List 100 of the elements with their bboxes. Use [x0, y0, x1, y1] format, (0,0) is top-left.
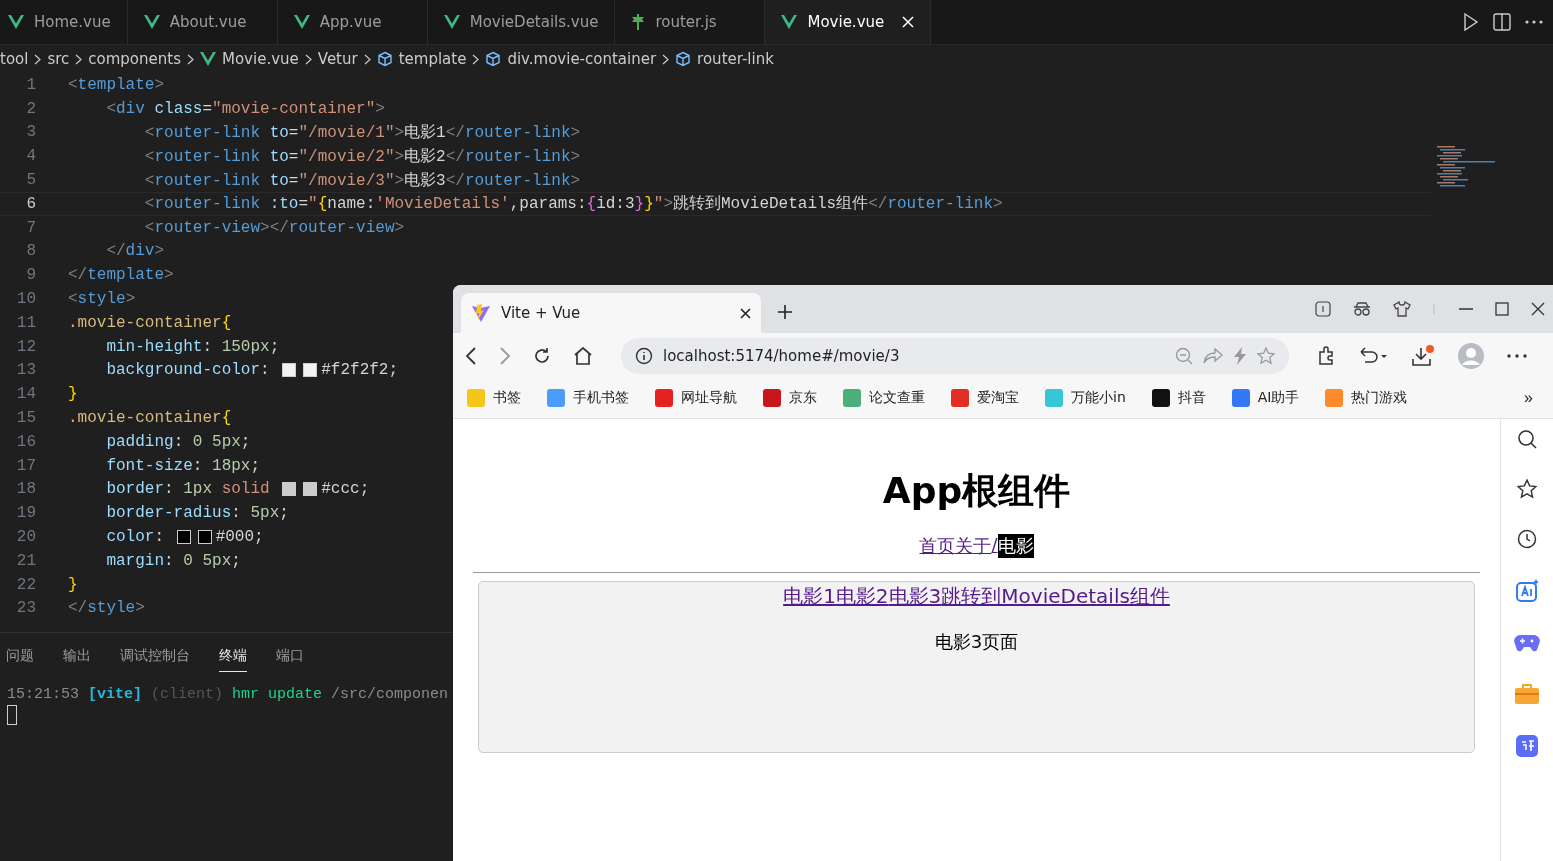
line-number: 17 — [15, 456, 36, 475]
vue-icon — [293, 15, 310, 29]
translate-icon[interactable] — [1516, 735, 1538, 757]
browser-tab[interactable]: Vite + Vue — [461, 293, 761, 333]
bookmark-item[interactable]: AI助手 — [1231, 389, 1300, 407]
line-number: 12 — [15, 337, 36, 356]
code-line: } — [68, 385, 78, 404]
tab-counter-icon[interactable] — [1315, 301, 1331, 317]
bookmark-item[interactable]: 爱淘宝 — [951, 389, 1019, 407]
panel-tab[interactable]: 调试控制台 — [120, 645, 190, 672]
breadcrumb-item[interactable]: template — [398, 50, 467, 68]
code-line: .movie-container{ — [68, 409, 232, 428]
split-editor-icon[interactable] — [1493, 13, 1511, 31]
line-number: 10 — [15, 290, 36, 309]
home-icon[interactable] — [573, 346, 593, 365]
code-line: <router-link :to="{name:'MovieDetails',params:{id:3}}">跳转到MovieDetails组件</router-link> — [143, 194, 1003, 215]
editor-tab[interactable]: Movie.vue — [765, 0, 932, 44]
movie-link[interactable]: 电影1 — [783, 583, 836, 610]
code-line: border-radius: 5px; — [105, 504, 289, 523]
info-icon[interactable] — [635, 346, 653, 365]
page-heading: App根组件 — [881, 469, 1072, 513]
panel-tab[interactable]: 输出 — [63, 645, 91, 672]
code-line: </style> — [68, 599, 145, 618]
movie-link[interactable]: 跳转到MovieDetails组件 — [941, 583, 1170, 610]
search-icon[interactable] — [1517, 429, 1537, 449]
bookmark-item[interactable]: 手机书签 — [547, 389, 629, 407]
glasses-icon[interactable] — [1353, 302, 1371, 316]
breadcrumb-item[interactable]: router-link — [697, 50, 774, 68]
line-number: 22 — [15, 575, 36, 594]
breadcrumb-item[interactable]: div.movie-container — [507, 50, 657, 68]
line-number: 4 — [25, 147, 36, 166]
run-icon[interactable] — [1463, 13, 1479, 31]
more-icon[interactable] — [1525, 20, 1543, 24]
clock-icon[interactable] — [1517, 529, 1537, 549]
code-line: min-height: 150px; — [105, 337, 280, 356]
breadcrumb-item[interactable]: components — [88, 50, 181, 68]
forward-icon[interactable] — [499, 346, 511, 365]
tab-title: Vite + Vue — [501, 304, 582, 322]
star-icon[interactable] — [1257, 346, 1275, 365]
minimize-icon[interactable] — [1433, 301, 1473, 317]
new-tab-icon[interactable] — [777, 304, 793, 320]
address-bar[interactable]: localhost:5174/home#/movie/3 — [621, 337, 1289, 374]
code-line: </template> — [68, 266, 174, 285]
gamepad-icon[interactable] — [1514, 633, 1540, 653]
code-line: padding: 0 5px; — [105, 432, 251, 451]
line-number: 8 — [25, 242, 36, 261]
cube-icon — [675, 51, 692, 67]
bookmark-item[interactable]: 网址导航 — [655, 389, 737, 407]
breadcrumb-item[interactable]: Vetur — [317, 50, 358, 68]
bookmark-item[interactable]: 万能小in — [1045, 389, 1126, 407]
bookmark-item[interactable]: 论文查重 — [843, 389, 925, 407]
line-number: 13 — [15, 361, 36, 380]
bookmark-item[interactable]: 热门游戏 — [1325, 389, 1408, 407]
terminal-text: [vite] — [88, 686, 143, 703]
bookmark-item[interactable]: 京东 — [763, 389, 817, 407]
vue-icon — [200, 52, 216, 66]
assistant-icon[interactable] — [1515, 579, 1539, 603]
line-number: 1 — [25, 75, 36, 94]
minimap-drawing[interactable] — [1435, 145, 1495, 190]
close-icon[interactable] — [1531, 302, 1545, 316]
bookmark-item[interactable]: 书签 — [467, 389, 521, 407]
code-line: <style> — [68, 290, 136, 309]
terminal-text: hmr update — [232, 686, 323, 703]
star-icon[interactable] — [1517, 479, 1537, 499]
close-icon[interactable] — [740, 307, 751, 319]
undo-dropdown-icon[interactable] — [1359, 346, 1389, 365]
chevron-icon — [187, 53, 194, 65]
panel-tab[interactable]: 端口 — [276, 645, 304, 672]
panel-tab[interactable]: 问题 — [6, 645, 34, 672]
breadcrumb-item[interactable]: tool — [0, 50, 29, 68]
line-number: 5 — [25, 171, 36, 190]
movie-link[interactable]: 电影2 — [835, 583, 889, 610]
cube-icon — [485, 51, 502, 67]
briefcase-icon[interactable] — [1514, 683, 1540, 705]
code-line: <router-link to="/movie/1">电影1</router-link> — [143, 123, 581, 143]
movie-link[interactable]: 电影3 — [888, 583, 942, 610]
panel-tab[interactable]: 终端 — [219, 645, 247, 672]
line-number: 11 — [15, 313, 36, 332]
more-bookmarks-button[interactable]: » — [1518, 388, 1539, 408]
download-icon[interactable] — [1411, 344, 1435, 367]
back-icon[interactable] — [465, 346, 477, 365]
nav-link[interactable]: 关于 — [955, 534, 992, 558]
line-number: 3 — [25, 123, 36, 142]
code-line: } — [68, 575, 78, 594]
line-number: 9 — [25, 266, 36, 285]
code-line: <div class="movie-container"> — [105, 99, 385, 118]
vue-icon — [8, 15, 24, 29]
code-line: </div> — [105, 242, 165, 261]
reload-icon[interactable] — [533, 346, 551, 365]
more-icon[interactable] — [1507, 353, 1527, 358]
terminal-cursor — [7, 705, 17, 725]
line-number: 18 — [15, 480, 36, 499]
shirt-icon[interactable] — [1393, 301, 1411, 317]
nav-link[interactable]: 首页 — [919, 534, 956, 558]
code-line: <router-link to="/movie/2">电影2</router-link> — [143, 146, 581, 167]
breadcrumb-item[interactable]: src — [47, 50, 70, 68]
bookmark-item[interactable]: 抖音 — [1151, 389, 1206, 407]
maximize-icon[interactable] — [1495, 302, 1509, 316]
breadcrumb-item[interactable]: Movie.vue — [222, 50, 299, 68]
line-number: 2 — [25, 99, 36, 118]
